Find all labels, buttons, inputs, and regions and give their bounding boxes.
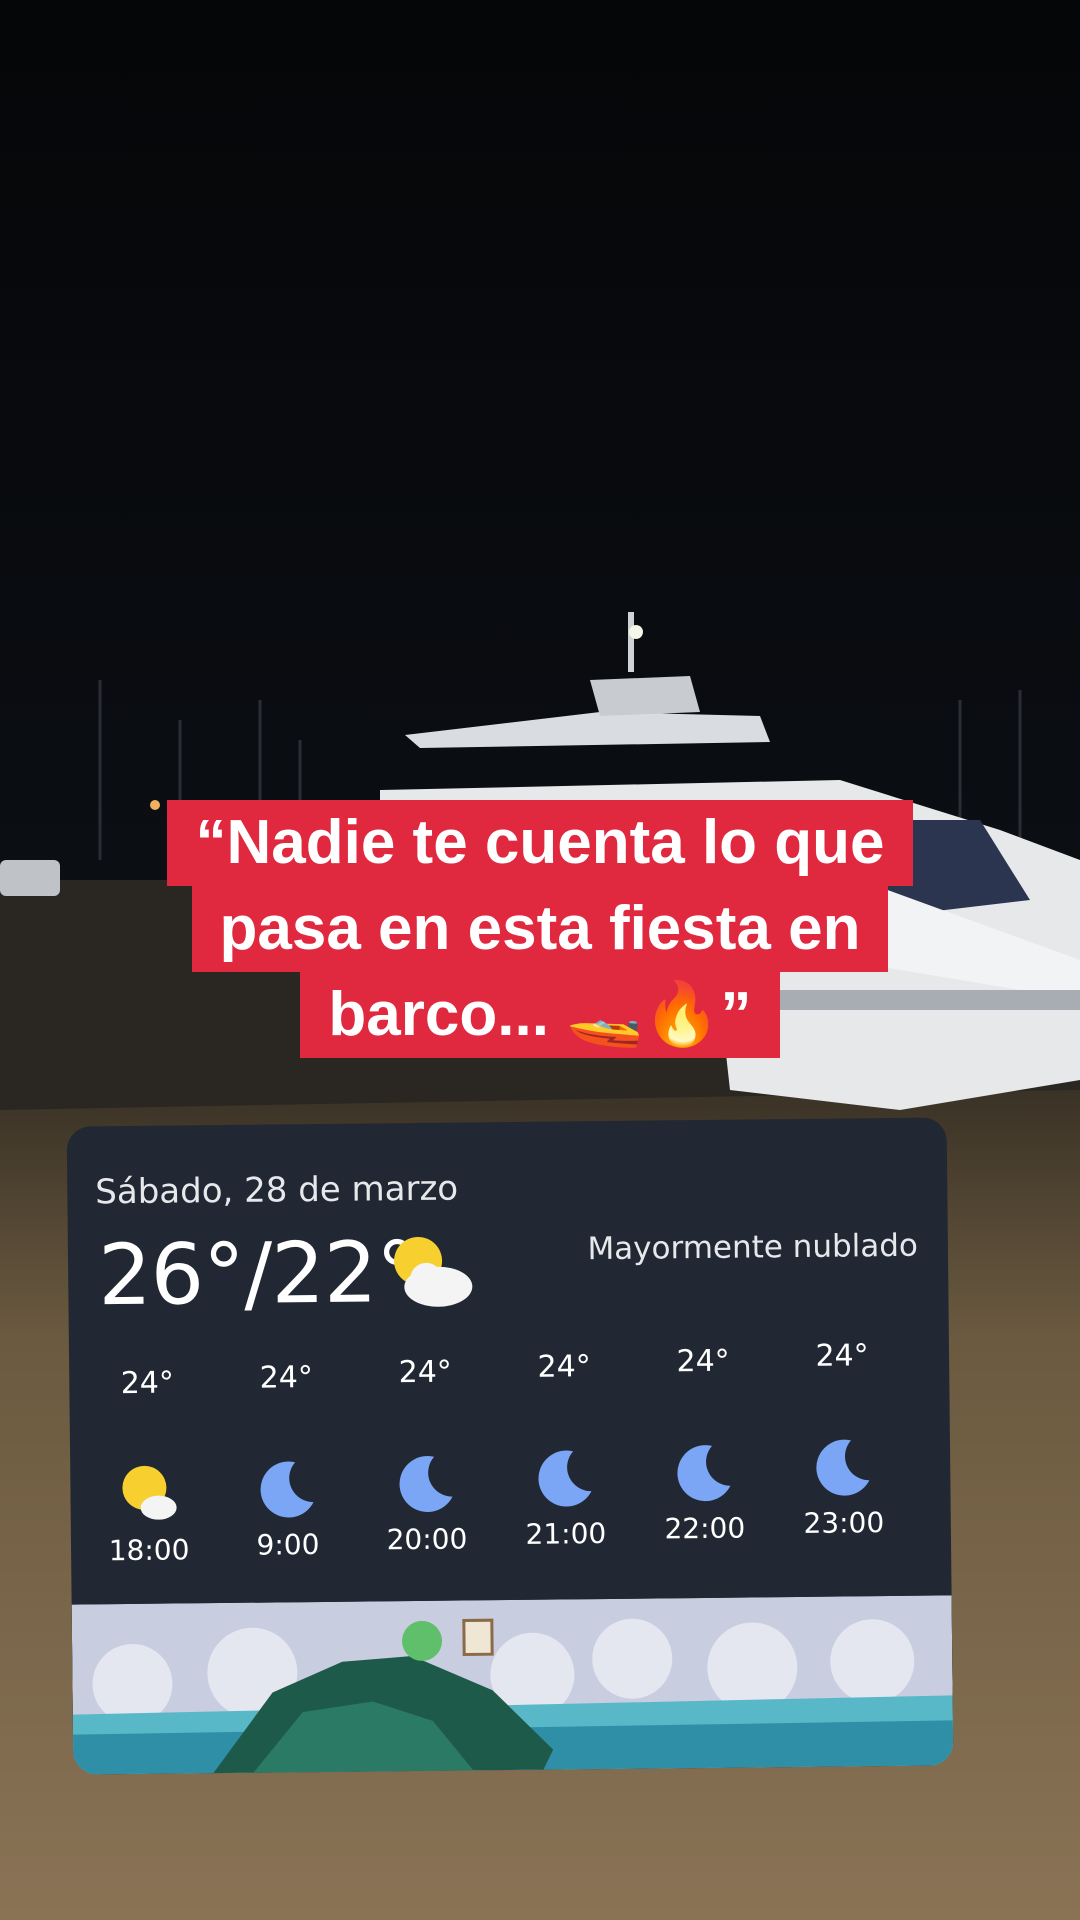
partly-cloudy-icon [394, 1236, 473, 1307]
weather-widget[interactable]: Sábado, 28 de marzo 26°/22° Mayormente n… [66, 1117, 954, 1775]
hour-temp: 24° [676, 1343, 730, 1380]
hour-column: 24° 18:00 [77, 1365, 217, 1568]
hour-column: 24° 9:00 [216, 1360, 356, 1562]
caption-line-2: pasa en esta fiesta en [191, 886, 889, 972]
caption-line-1: “Nadie te cuenta lo que [167, 800, 913, 886]
moon-icon [260, 1461, 314, 1518]
hour-temp: 24° [398, 1354, 452, 1391]
hour-time: 22:00 [664, 1511, 746, 1546]
weather-condition: Mayormente nublado [587, 1227, 919, 1268]
moon-icon [816, 1439, 870, 1496]
caption-overlay: “Nadie te cuenta lo que pasa en esta fie… [0, 800, 1080, 1058]
moon-icon [677, 1445, 731, 1502]
hour-temp: 24° [120, 1365, 175, 1402]
hour-column: 24° 23:00 [772, 1338, 912, 1540]
hour-temp: 24° [815, 1338, 869, 1374]
hour-temp: 24° [259, 1360, 314, 1396]
weather-temp-range: 26°/22° [97, 1222, 418, 1325]
hour-temp: 24° [537, 1349, 591, 1385]
weather-date: Sábado, 28 de marzo [95, 1168, 459, 1213]
hour-time: 18:00 [108, 1533, 190, 1568]
hour-time: 23:00 [803, 1506, 885, 1540]
hour-time: 9:00 [256, 1528, 320, 1562]
hour-time: 21:00 [525, 1516, 607, 1551]
hour-column: 24° 21:00 [494, 1349, 634, 1551]
hour-column: 24° 20:00 [355, 1354, 495, 1557]
moon-icon [538, 1450, 592, 1507]
hour-column: 24° 22:00 [633, 1343, 773, 1546]
partly-cloudy-icon [122, 1465, 177, 1520]
caption-line-3: barco... 🚤🔥” [300, 972, 780, 1058]
moon-icon [399, 1456, 453, 1513]
hour-time: 20:00 [386, 1522, 468, 1557]
frog-landscape-illustration [71, 1595, 954, 1775]
